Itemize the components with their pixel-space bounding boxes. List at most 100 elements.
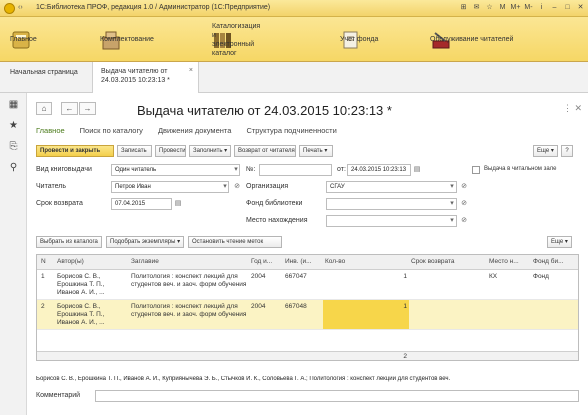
close-window-button[interactable]: ✕ bbox=[575, 2, 586, 13]
col-return-date[interactable]: Срок возврата bbox=[411, 258, 481, 265]
chevron-down-icon[interactable]: ▾ bbox=[447, 181, 457, 193]
return-date-label: Срок возврата bbox=[36, 200, 83, 207]
location-input[interactable] bbox=[326, 215, 457, 227]
subtab-document-movements[interactable]: Движения документа bbox=[158, 126, 232, 135]
organization-label: Организация bbox=[246, 183, 289, 190]
subtab-catalog-search[interactable]: Поиск по каталогу bbox=[80, 126, 143, 135]
stop-reading-tags-button[interactable]: Остановить чтение меток bbox=[188, 236, 282, 248]
row-year: 2004 bbox=[251, 303, 266, 310]
close-tab-icon[interactable]: × bbox=[189, 66, 193, 75]
chevron-down-icon[interactable]: ▾ bbox=[231, 164, 241, 176]
title-bar: ‹› 1С:Библиотека ПРОФ, редакция 1.0 / Ад… bbox=[0, 0, 588, 17]
sections-panel: Главное Комплектование Каталогизация и э… bbox=[0, 17, 588, 62]
table-footer: 2 bbox=[37, 351, 578, 360]
col-n[interactable]: N bbox=[41, 258, 53, 265]
open-link-icon[interactable]: ⊘ bbox=[232, 181, 242, 193]
comment-input[interactable] bbox=[95, 390, 579, 402]
window-title: 1С:Библиотека ПРОФ, редакция 1.0 / Админ… bbox=[36, 4, 271, 11]
post-button[interactable]: Провести bbox=[155, 145, 186, 157]
forward-nav-button[interactable]: → bbox=[79, 102, 96, 115]
row-year: 2004 bbox=[251, 273, 266, 280]
memory-button[interactable]: M bbox=[497, 2, 508, 13]
number-input[interactable] bbox=[259, 164, 332, 176]
reader-label: Читатель bbox=[36, 183, 66, 190]
select-from-catalog-button[interactable]: Выбрать из каталога bbox=[36, 236, 102, 248]
maximize-button[interactable]: □ bbox=[562, 2, 573, 13]
reading-room-checkbox[interactable] bbox=[472, 166, 480, 174]
fund-label: Фонд библиотеки bbox=[246, 200, 303, 207]
history-icon[interactable]: ⎘ bbox=[8, 141, 19, 152]
info-icon[interactable]: i bbox=[536, 2, 547, 13]
reader-input[interactable]: Петров Иван bbox=[111, 181, 229, 193]
section-fund[interactable]: Учет фонда bbox=[340, 17, 378, 62]
items-table: N Автор(ы) Заглавие Год и... Инв. (и... … bbox=[36, 254, 579, 361]
row-authors: Борисов С. В., Ерошкина Т. П., Иванов А.… bbox=[57, 303, 105, 326]
open-link-icon[interactable]: ⊘ bbox=[459, 215, 469, 227]
organization-input[interactable]: СГАУ bbox=[326, 181, 457, 193]
fund-input[interactable] bbox=[326, 198, 457, 210]
row-location: КХ bbox=[489, 273, 498, 280]
table-header: N Автор(ы) Заглавие Год и... Инв. (и... … bbox=[37, 255, 578, 270]
calendar-icon[interactable]: ▤ bbox=[173, 198, 183, 210]
date-input[interactable]: 24.03.2015 10:23:13 bbox=[347, 164, 411, 176]
memory-plus-button[interactable]: M+ bbox=[510, 2, 521, 13]
calendar-icon[interactable]: ▤ bbox=[412, 164, 422, 176]
open-link-icon[interactable]: ⊘ bbox=[459, 181, 469, 193]
issue-type-label: Вид книговыдачи bbox=[36, 166, 92, 173]
col-authors[interactable]: Автор(ы) bbox=[57, 258, 123, 265]
form-menu[interactable]: ⋮ ✕ bbox=[563, 103, 582, 114]
row-authors: Борисов С. В., Ерошкина Т. П., Иванов А.… bbox=[57, 273, 105, 296]
print-dropdown-button[interactable]: Печать ▾ bbox=[299, 145, 333, 157]
home-nav-button[interactable]: ⌂ bbox=[36, 102, 52, 115]
number-label: №: bbox=[246, 166, 256, 173]
selected-item-description: Борисов С. В., Ерошкина Т. П., Иванов А.… bbox=[36, 376, 451, 382]
help-button[interactable]: ? bbox=[561, 145, 573, 157]
issue-type-select[interactable]: Один читатель bbox=[111, 164, 240, 176]
tab-issue-document[interactable]: Выдача читателю от 24.03.2015 10:23:13 *… bbox=[92, 62, 199, 94]
back-nav-button[interactable]: ← bbox=[61, 102, 78, 115]
section-acquisition[interactable]: Комплектование bbox=[100, 17, 154, 62]
section-cataloging[interactable]: Каталогизация и электронный каталог bbox=[212, 17, 260, 62]
chevron-down-icon[interactable]: ▾ bbox=[447, 215, 457, 227]
apps-grid-icon[interactable]: ▦ bbox=[8, 99, 19, 110]
forward-arrow-icon[interactable]: › bbox=[20, 4, 22, 11]
post-and-close-button[interactable]: Провести и закрыть bbox=[36, 145, 114, 157]
row-quantity[interactable]: 1 bbox=[325, 273, 407, 281]
write-button[interactable]: Записать bbox=[117, 145, 152, 157]
table-row[interactable]: 2 Борисов С. В., Ерошкина Т. П., Иванов … bbox=[37, 300, 578, 330]
star-icon[interactable]: ☆ bbox=[484, 2, 495, 13]
reading-room-label: Выдача в читальном зале bbox=[484, 166, 557, 172]
chevron-down-icon[interactable]: ▾ bbox=[447, 198, 457, 210]
minimize-button[interactable]: – bbox=[549, 2, 560, 13]
row-number: 2 bbox=[41, 303, 45, 310]
return-from-reader-button[interactable]: Возврат от читателя bbox=[234, 145, 296, 157]
subtab-subordination[interactable]: Структура подчиненности bbox=[246, 126, 336, 135]
col-fund[interactable]: Фонд би... bbox=[533, 258, 578, 265]
app-logo-icon bbox=[4, 3, 15, 14]
row-inventory: 667048 bbox=[285, 303, 307, 310]
mail-icon[interactable]: ✉ bbox=[471, 2, 482, 13]
return-date-input[interactable]: 07.04.2015 bbox=[111, 198, 172, 210]
more-actions-button[interactable]: Еще ▾ bbox=[533, 145, 558, 157]
subtab-main[interactable]: Главное bbox=[36, 126, 65, 135]
tab-home[interactable]: Начальная страница bbox=[0, 62, 92, 93]
grid-icon[interactable]: ⊞ bbox=[458, 2, 469, 13]
section-readers[interactable]: Обслуживание читателей bbox=[430, 17, 513, 62]
open-link-icon[interactable]: ⊘ bbox=[459, 198, 469, 210]
fill-dropdown-button[interactable]: Заполнить ▾ bbox=[189, 145, 231, 157]
search-icon[interactable]: ⚲ bbox=[8, 162, 19, 173]
table-row[interactable]: 1 Борисов С. В., Ерошкина Т. П., Иванов … bbox=[37, 270, 578, 300]
col-location[interactable]: Место н... bbox=[489, 258, 525, 265]
col-year[interactable]: Год и... bbox=[251, 258, 281, 265]
section-main[interactable]: Главное bbox=[10, 17, 38, 62]
row-quantity-selected-cell[interactable]: 1 bbox=[323, 300, 409, 329]
table-more-button[interactable]: Еще ▾ bbox=[547, 236, 572, 248]
comment-label: Комментарий bbox=[36, 392, 81, 399]
pick-copies-button[interactable]: Подобрать экземпляры ▾ bbox=[106, 236, 184, 248]
col-quantity[interactable]: Кол-во bbox=[325, 258, 385, 265]
col-title[interactable]: Заглавие bbox=[131, 258, 241, 265]
memory-minus-button[interactable]: M- bbox=[523, 2, 534, 13]
favorites-star-icon[interactable]: ★ bbox=[8, 120, 19, 131]
chevron-down-icon[interactable]: ▾ bbox=[220, 181, 230, 193]
col-inventory[interactable]: Инв. (и... bbox=[285, 258, 319, 265]
